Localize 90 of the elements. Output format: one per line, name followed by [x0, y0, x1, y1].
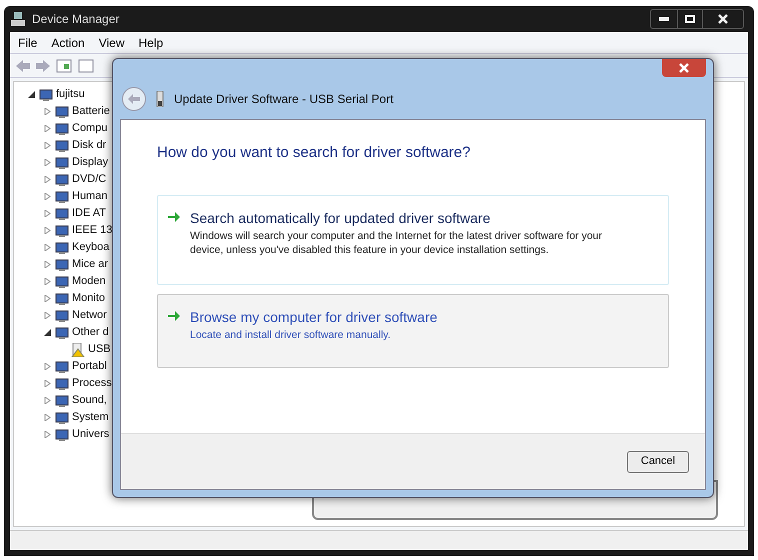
device-icon	[55, 190, 69, 204]
collapsed-triangle-icon[interactable]	[44, 261, 51, 268]
close-icon	[679, 63, 689, 73]
tree-item[interactable]: Disk dr	[72, 137, 106, 154]
option-link-panel[interactable]: Browse my computer for driver software Locate and install driver software manually.	[157, 294, 669, 368]
collapsed-triangle-icon[interactable]	[44, 125, 51, 132]
collapsed-triangle-icon[interactable]	[44, 159, 51, 166]
option-link-panel[interactable]	[157, 194, 669, 284]
collapsed-triangle-icon[interactable]	[44, 431, 51, 438]
collapsed-triangle-icon[interactable]	[44, 210, 51, 217]
option-description: Windows will search your computer and the Internet for the latest driver software for your device, unless you've disabled this feature in your device installation settings.	[190, 228, 604, 256]
tree-item[interactable]: fujitsu	[56, 86, 85, 103]
tree-item[interactable]: Monito	[72, 290, 106, 307]
device-icon	[55, 376, 69, 390]
menu-item[interactable]: View	[98, 34, 124, 52]
collapsed-triangle-icon[interactable]	[44, 227, 51, 234]
device-icon	[55, 122, 69, 136]
dialog-title: Update Driver Software - USB Serial Port	[174, 91, 394, 108]
back-arrow-icon[interactable]	[16, 60, 30, 72]
device-icon	[39, 88, 53, 102]
collapsed-triangle-icon[interactable]	[44, 278, 51, 285]
tree-item[interactable]: Compu	[72, 120, 108, 137]
back-button[interactable]	[122, 87, 146, 111]
window-title: Device Manager	[32, 11, 120, 28]
maximize-icon	[685, 15, 695, 23]
device-icon	[55, 258, 69, 272]
collapsed-triangle-icon[interactable]	[44, 312, 51, 319]
device-icon	[55, 410, 69, 424]
forward-arrow-icon[interactable]	[36, 60, 50, 72]
expanded-triangle-icon[interactable]	[28, 91, 35, 98]
tree-item[interactable]: Batterie	[72, 103, 110, 120]
device-icon	[55, 428, 69, 442]
tree-item[interactable]: IDE AT	[72, 205, 106, 222]
tree-item[interactable]: System	[72, 409, 109, 426]
minimize-icon	[659, 17, 669, 21]
expanded-triangle-icon[interactable]	[44, 329, 51, 336]
device-icon	[55, 172, 69, 186]
option-title: Search automatically for updated driver software	[190, 208, 492, 228]
tree-item[interactable]: Mice ar	[72, 256, 108, 273]
option-description: Locate and install driver software manually.	[190, 328, 392, 342]
tree-item[interactable]: USB	[88, 341, 111, 358]
device-icon	[55, 308, 69, 322]
menu-item[interactable]: Help	[138, 34, 164, 52]
collapsed-triangle-icon[interactable]	[44, 397, 51, 404]
device-icon	[55, 138, 69, 152]
device-icon	[55, 360, 69, 374]
arrow-icon	[168, 212, 180, 222]
dialog-heading: How do you want to search for driver software?	[157, 143, 472, 163]
tree-item[interactable]: IEEE 13	[72, 222, 112, 239]
tree-item[interactable]: Human	[72, 188, 108, 205]
properties-icon[interactable]	[56, 58, 72, 72]
tree-item[interactable]: Moden	[72, 273, 106, 290]
collapsed-triangle-icon[interactable]	[44, 142, 51, 149]
device-icon	[55, 292, 69, 306]
collapsed-triangle-icon[interactable]	[44, 414, 51, 421]
collapsed-triangle-icon[interactable]	[44, 176, 51, 183]
device-icon	[55, 104, 69, 118]
collapsed-triangle-icon[interactable]	[44, 363, 51, 370]
collapsed-triangle-icon[interactable]	[44, 380, 51, 387]
collapsed-triangle-icon[interactable]	[44, 193, 51, 200]
tree-item[interactable]: Networ	[72, 307, 107, 324]
tree-item[interactable]: Display	[72, 154, 108, 171]
toolbar-icon[interactable]	[78, 58, 94, 72]
menu-item[interactable]: File	[18, 34, 38, 52]
device-icon	[55, 240, 69, 254]
collapsed-triangle-icon[interactable]	[44, 295, 51, 302]
collapsed-triangle-icon[interactable]	[44, 108, 51, 115]
device-icon	[55, 326, 69, 340]
maximize-button[interactable]	[677, 10, 703, 28]
arrow-icon	[168, 310, 180, 320]
collapsed-triangle-icon[interactable]	[44, 244, 51, 251]
tree-item[interactable]: Sound,	[72, 392, 107, 409]
menu-item[interactable]: Action	[51, 34, 85, 52]
back-arrow-icon	[128, 94, 140, 104]
tree-item[interactable]: Univers	[72, 426, 110, 443]
tree-item[interactable]: Process	[72, 375, 112, 392]
device-icon	[55, 224, 69, 238]
device-icon	[55, 274, 69, 288]
tree-item[interactable]: Portabl	[72, 358, 107, 375]
close-icon	[718, 14, 728, 24]
tree-item[interactable]: Keyboa	[72, 239, 110, 256]
device-icon	[55, 394, 69, 408]
option-title: Browse my computer for driver software	[190, 308, 438, 327]
device-icon	[55, 206, 69, 220]
cancel-button[interactable]: Cancel	[627, 450, 689, 472]
device-icon	[55, 156, 69, 170]
computer-icon	[10, 12, 26, 26]
tree-item[interactable]: Other d	[72, 324, 109, 341]
tree-item[interactable]: DVD/C	[72, 171, 106, 188]
usb-device-icon	[156, 91, 164, 107]
